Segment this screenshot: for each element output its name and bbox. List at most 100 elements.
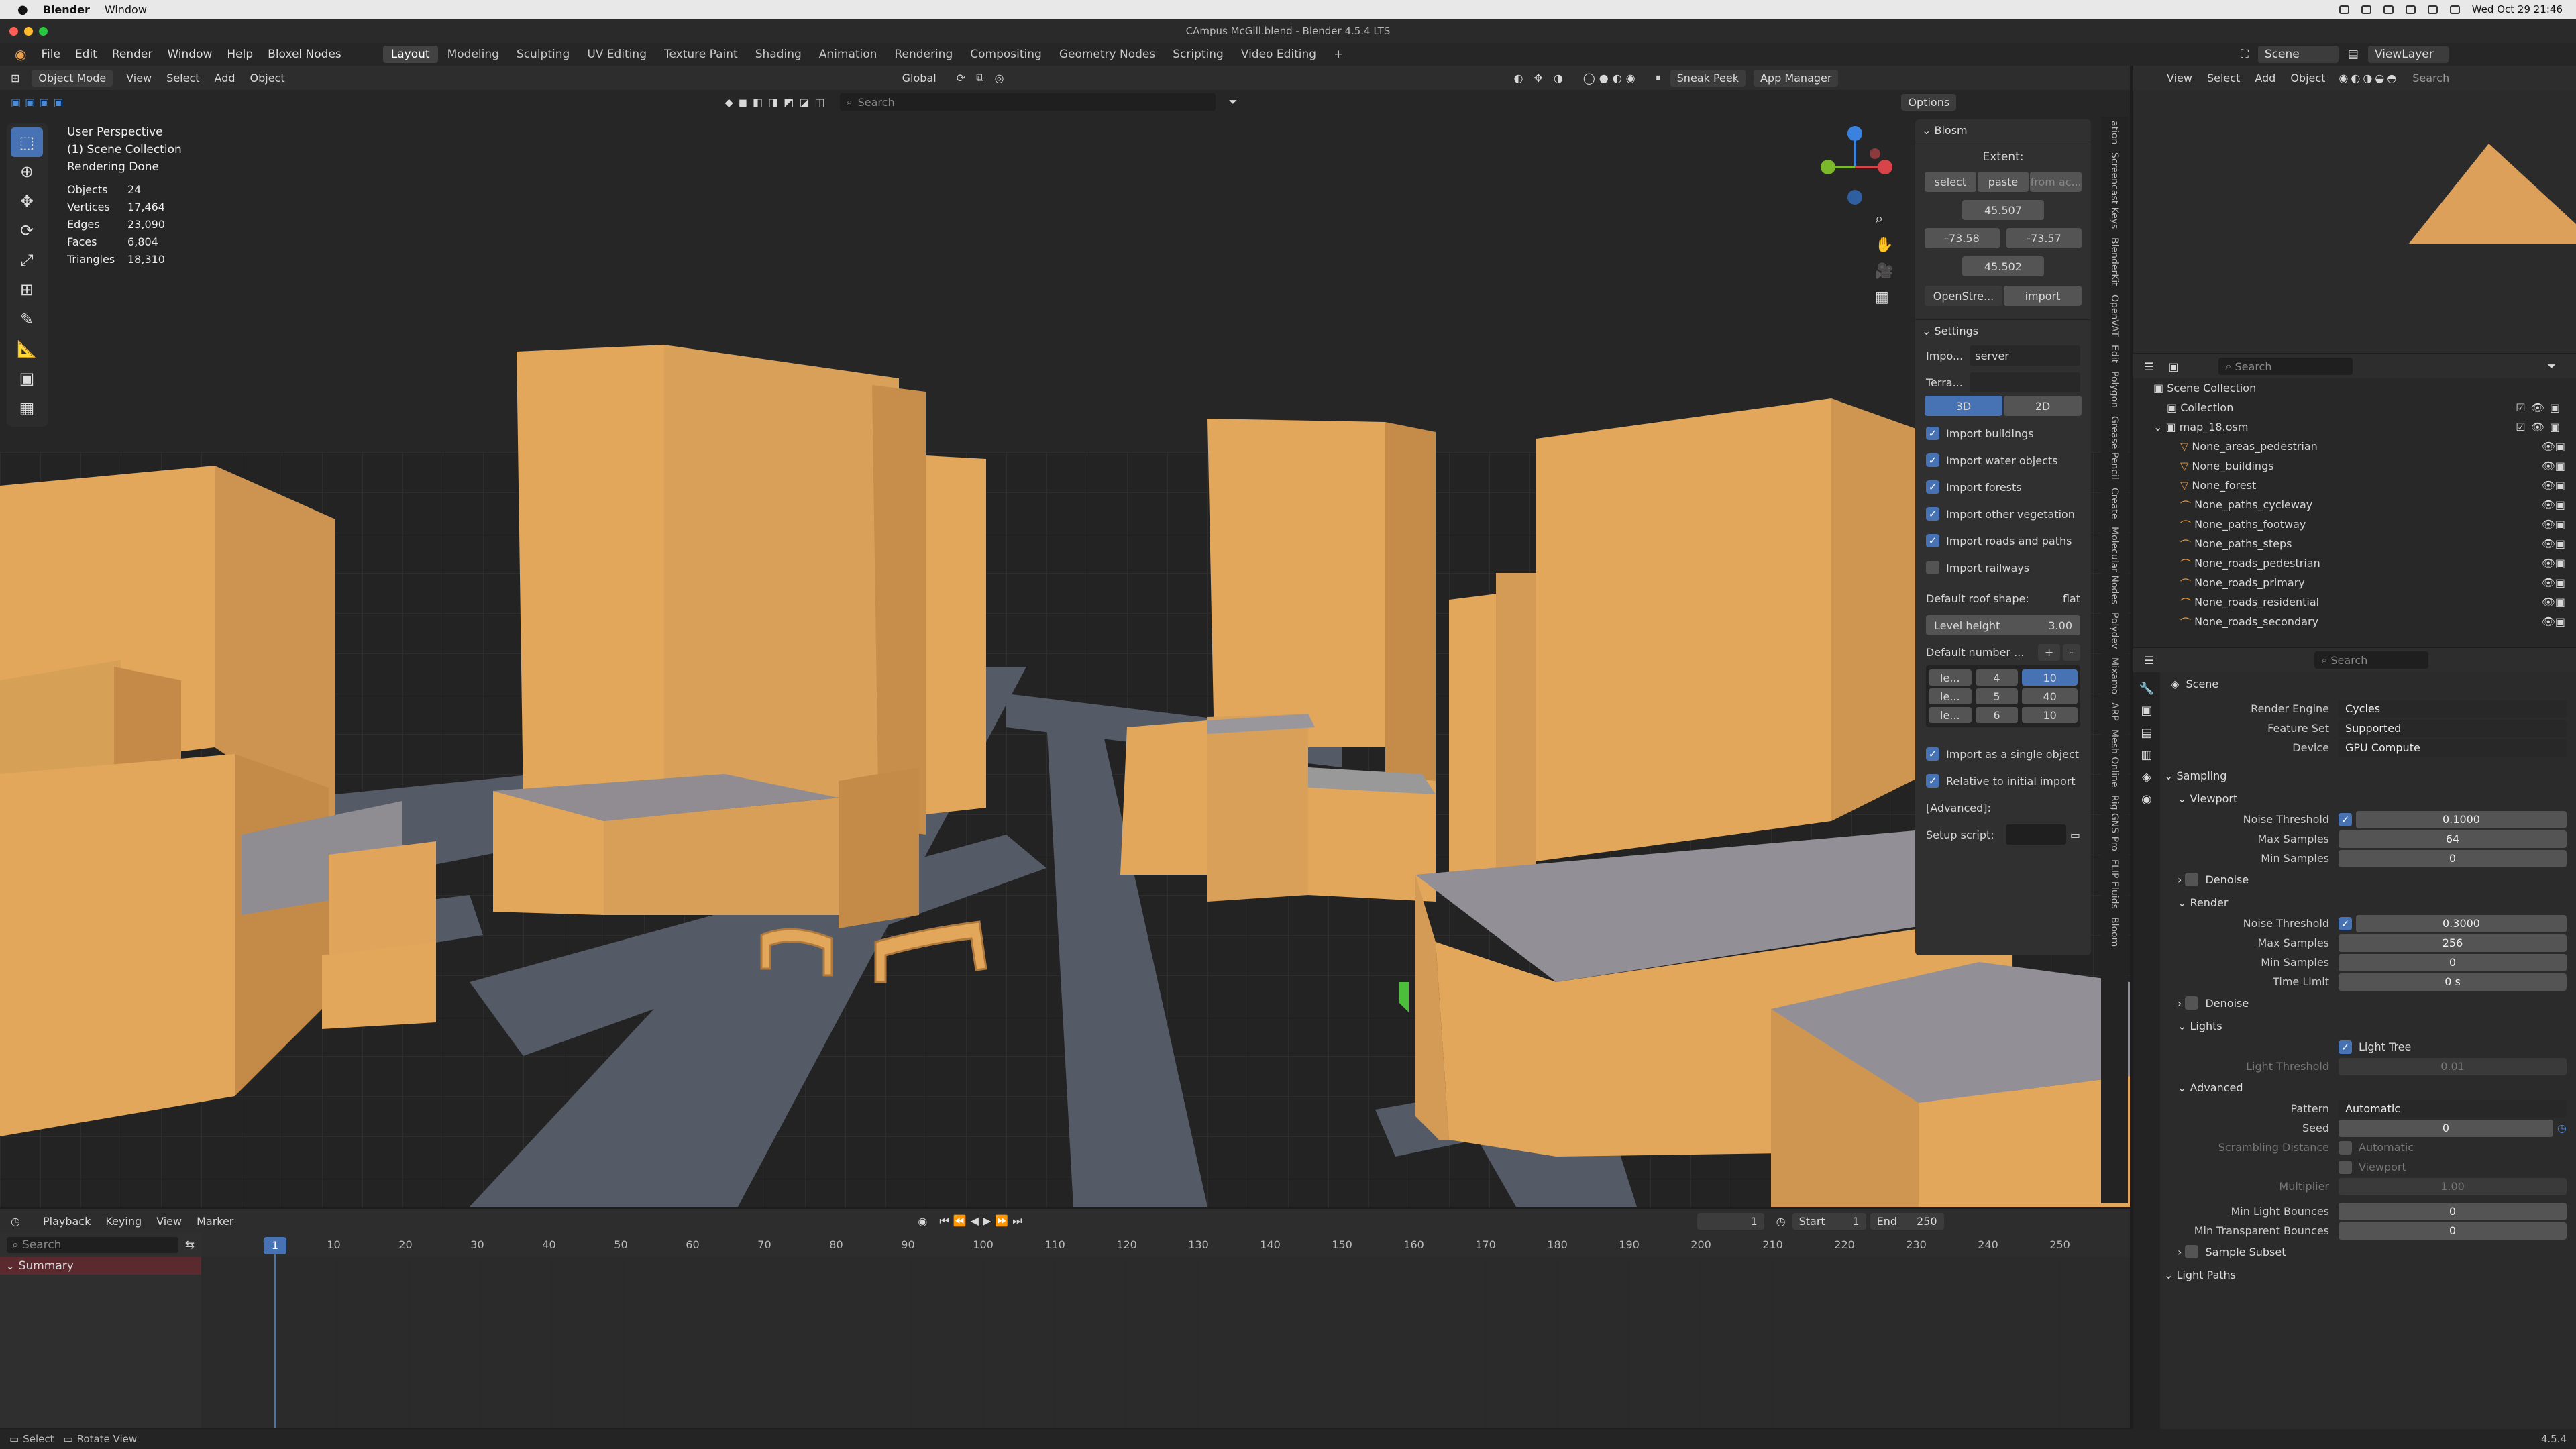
render-engine-dropdown[interactable]: Cycles bbox=[2339, 700, 2567, 718]
list-item[interactable]: ⌒ None_paths_cycleway 👁▣ bbox=[2133, 495, 2576, 515]
viewlayer-field[interactable]: ViewLayer bbox=[2367, 46, 2449, 63]
checkbox-import-vegetation[interactable]: ✓ Import other vegetation bbox=[1915, 500, 2091, 527]
timeline-view-menu[interactable]: View bbox=[156, 1215, 182, 1228]
minimize-window-button[interactable] bbox=[24, 27, 33, 36]
overlay-icon[interactable]: ◑ bbox=[1554, 72, 1563, 85]
editor-type-icon[interactable]: ⊞ bbox=[11, 72, 19, 85]
object-menu[interactable]: Object bbox=[250, 72, 285, 85]
menu-edit[interactable]: Edit bbox=[75, 48, 97, 61]
render-max-samples-field[interactable]: 256 bbox=[2339, 934, 2567, 952]
list-item[interactable]: le... 4 10 bbox=[1929, 668, 2078, 687]
checkbox-import-roads[interactable]: ✓ Import roads and paths bbox=[1915, 527, 2091, 554]
filter-icon[interactable]: ⏷ bbox=[1229, 95, 1238, 109]
checkbox-relative-import[interactable]: ✓ Relative to initial import bbox=[1915, 767, 2091, 794]
list-item[interactable]: ⌒ None_roads_residential 👁▣ bbox=[2133, 592, 2576, 612]
apple-icon[interactable]: ● bbox=[17, 3, 28, 17]
render-subpanel-header[interactable]: ⌄ Render bbox=[2164, 891, 2567, 914]
world-tab-icon[interactable]: ◉ bbox=[2141, 792, 2152, 806]
eye-icon[interactable]: 👁▣ bbox=[2542, 460, 2565, 472]
eye-icon[interactable]: 👁▣ bbox=[2542, 498, 2565, 511]
preview-search[interactable]: Search bbox=[2412, 72, 2449, 85]
list-item[interactable]: ▽ None_forest 👁▣ bbox=[2133, 476, 2576, 495]
eye-icon[interactable]: 👁▣ bbox=[2542, 440, 2565, 453]
view-layer-tab-icon[interactable]: ▥ bbox=[2141, 748, 2152, 762]
unchecked-box-icon[interactable] bbox=[2185, 873, 2199, 886]
status-icon[interactable] bbox=[2383, 5, 2394, 14]
menu-render[interactable]: Render bbox=[112, 48, 153, 61]
preview-object-menu[interactable]: Object bbox=[2290, 72, 2325, 85]
pivot-icon[interactable]: ⟳ bbox=[957, 72, 965, 85]
properties-type-icon[interactable]: ☰ bbox=[2144, 654, 2153, 667]
annotate-tool-icon[interactable]: ✎ bbox=[11, 305, 43, 334]
tab-2d[interactable]: 2D bbox=[2004, 396, 2082, 416]
eye-icon[interactable]: 👁▣ bbox=[2542, 518, 2565, 531]
tab-texture-paint[interactable]: Texture Paint bbox=[656, 46, 746, 63]
timeline-type-icon[interactable]: ◷ bbox=[11, 1215, 20, 1228]
add-workspace-button[interactable]: + bbox=[1326, 46, 1351, 63]
status-icon[interactable] bbox=[2339, 5, 2349, 14]
tab-video-editing[interactable]: Video Editing bbox=[1233, 46, 1324, 63]
keying-menu[interactable]: Keying bbox=[105, 1215, 142, 1228]
properties-search-input[interactable]: ⌕ Search bbox=[2314, 651, 2429, 669]
rotate-tool-icon[interactable]: ⟳ bbox=[11, 216, 43, 246]
list-item[interactable]: ⌒ None_roads_secondary 👁▣ bbox=[2133, 612, 2576, 631]
timeline-search-input[interactable]: ⌕ Search bbox=[7, 1237, 178, 1253]
clock-icon[interactable]: ◷ bbox=[2557, 1122, 2567, 1134]
shading-mode-icons[interactable]: ◯●◐◉ bbox=[1583, 72, 1640, 85]
display-mode-icon[interactable]: ▣ bbox=[2168, 360, 2178, 373]
battery-icon[interactable] bbox=[2449, 5, 2460, 14]
add-level-button[interactable]: + bbox=[2037, 643, 2061, 661]
playhead-frame[interactable]: 1 bbox=[264, 1237, 286, 1254]
viewport-search-input[interactable]: ⌕ Search bbox=[839, 93, 1216, 111]
check-icon[interactable]: ✓ bbox=[2339, 916, 2352, 930]
paste-extent-button[interactable]: paste bbox=[1977, 172, 2029, 192]
select-extent-button[interactable]: select bbox=[1925, 172, 1976, 192]
view-menu[interactable]: View bbox=[126, 72, 152, 85]
preview-viewport[interactable] bbox=[2133, 90, 2576, 353]
tool-tab-icon[interactable]: 🔧 bbox=[2139, 682, 2154, 696]
sampling-panel-header[interactable]: ⌄ Sampling bbox=[2164, 764, 2567, 787]
outliner-search-input[interactable]: ⌕ Search bbox=[2218, 358, 2353, 375]
tab-animation[interactable]: Animation bbox=[811, 46, 885, 63]
navigation-gizmo[interactable] bbox=[1811, 123, 1898, 211]
tab-arp[interactable]: ARP bbox=[2109, 698, 2120, 725]
list-item[interactable]: ▽ None_areas_pedestrian 👁▣ bbox=[2133, 437, 2576, 456]
add-menu[interactable]: Add bbox=[215, 72, 235, 85]
lights-subpanel-header[interactable]: ⌄ Lights bbox=[2164, 1014, 2567, 1037]
render-denoise-header[interactable]: › Denoise bbox=[2164, 991, 2567, 1014]
light-paths-panel-header[interactable]: ⌄ Light Paths bbox=[2164, 1263, 2567, 1286]
tab-polygon[interactable]: Polygon bbox=[2109, 367, 2120, 412]
checkbox-import-buildings[interactable]: ✓ Import buildings bbox=[1915, 420, 2091, 447]
scale-tool-icon[interactable]: ⤢ bbox=[11, 246, 43, 275]
cursor-tool-icon[interactable]: ⊕ bbox=[11, 157, 43, 186]
tab-edit[interactable]: Edit bbox=[2109, 341, 2120, 367]
tab-polydev[interactable]: Polydev bbox=[2109, 608, 2120, 653]
tab-uv-editing[interactable]: UV Editing bbox=[579, 46, 655, 63]
mac-app-menu[interactable]: Blender bbox=[43, 3, 90, 16]
blender-logo-icon[interactable]: ◉ bbox=[15, 46, 26, 62]
transform-tool-icon[interactable]: ⊞ bbox=[11, 275, 43, 305]
select-tool-icon[interactable]: ⬚ bbox=[11, 127, 43, 157]
min-light-bounces-field[interactable]: 0 bbox=[2339, 1202, 2567, 1220]
setup-script-field[interactable] bbox=[2005, 824, 2066, 845]
outliner-scene-collection[interactable]: ▣ Scene Collection bbox=[2133, 378, 2576, 398]
close-window-button[interactable] bbox=[9, 27, 18, 36]
mac-window-menu[interactable]: Window bbox=[105, 3, 147, 16]
time-limit-field[interactable]: 0 s bbox=[2339, 973, 2567, 991]
list-item[interactable]: ⌒ None_roads_pedestrian 👁▣ bbox=[2133, 553, 2576, 573]
tab-shading[interactable]: Shading bbox=[747, 46, 810, 63]
blosm-header[interactable]: ⌄ Blosm bbox=[1915, 119, 2091, 142]
extent-bottom-field[interactable]: 45.502 bbox=[1962, 256, 2044, 276]
check-icon[interactable]: ✓ bbox=[2339, 812, 2352, 826]
mode-dropdown[interactable]: Object Mode bbox=[32, 69, 113, 87]
scene-tab-icon[interactable]: ◈ bbox=[2142, 770, 2151, 784]
roof-shape-dropdown[interactable]: flat bbox=[2063, 592, 2080, 605]
feature-set-dropdown[interactable]: Supported bbox=[2339, 719, 2567, 737]
orientation-dropdown[interactable]: Global bbox=[902, 72, 936, 85]
playback-controls[interactable]: ⏮⏪◀▶⏩⏭ bbox=[939, 1214, 1026, 1228]
tab-grease-pencil[interactable]: Grease Pencil bbox=[2109, 412, 2120, 484]
extent-left-field[interactable]: -73.58 bbox=[1925, 228, 2000, 248]
tab-3d[interactable]: 3D bbox=[1925, 396, 2002, 416]
checkbox-import-railways[interactable]: Import railways bbox=[1915, 554, 2091, 581]
options-button[interactable]: Options bbox=[1901, 93, 1957, 111]
